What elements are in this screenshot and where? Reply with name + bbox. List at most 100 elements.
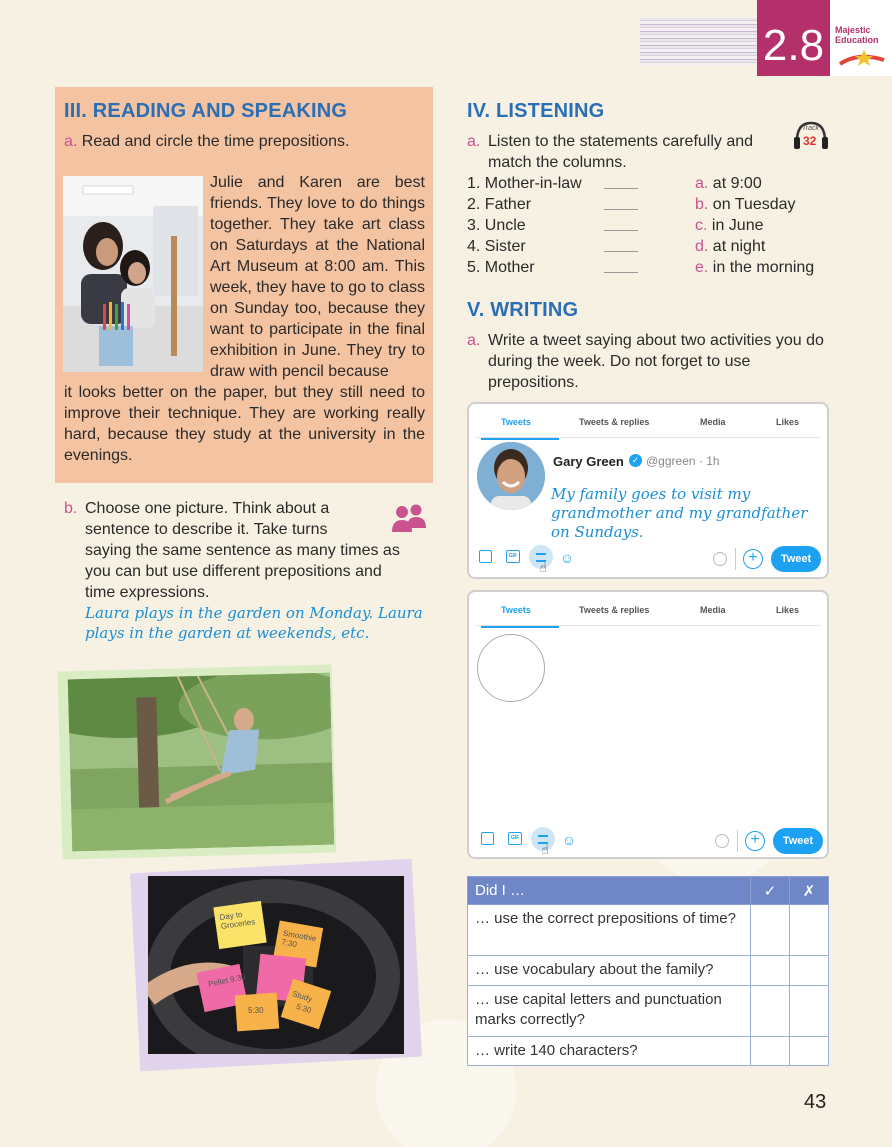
gif-icon[interactable]: GIF (506, 550, 520, 563)
tab-media[interactable]: Media (700, 605, 726, 615)
table-row: … use vocabulary about the family? (467, 955, 829, 986)
track-label: Track (802, 125, 819, 132)
toolbar-divider (737, 830, 738, 852)
page-number: 43 (804, 1091, 827, 1113)
tweet-card-blank: Tweets Tweets & replies Media Likes GIF … (467, 590, 829, 859)
decorative-stripes (640, 18, 760, 66)
tweet-text-handwritten: My family goes to visit my grandmother a… (551, 485, 808, 541)
avatar-placeholder (477, 634, 545, 702)
answer-blank-1[interactable] (604, 188, 638, 189)
checklist-item: … write 140 characters? (467, 1036, 751, 1066)
tab-likes[interactable]: Likes (776, 605, 799, 615)
speaking-task-line2: sentence to describe it. Take turns (85, 521, 328, 538)
character-count-ring (715, 834, 729, 848)
tweet-card-example: Tweets Tweets & replies Media Likes Gary… (467, 402, 829, 579)
task-letter: a. (64, 133, 78, 150)
image-icon[interactable] (481, 832, 494, 845)
answer-blank-5[interactable] (604, 272, 638, 273)
self-check-table: Did I … ✓ ✗ … use the correct prepositio… (467, 876, 829, 1066)
table-header-check: ✓ (750, 876, 790, 905)
table-row: … use capital letters and punctuation ma… (467, 985, 829, 1037)
speaking-task-b-letter: b. (64, 498, 77, 519)
answer-blank-4[interactable] (604, 251, 638, 252)
reading-paragraph-full: it looks better on the paper, but they s… (64, 384, 425, 464)
answer-blank-2[interactable] (604, 209, 638, 210)
tab-tweets-replies[interactable]: Tweets & replies (579, 605, 649, 615)
speaking-task-rest: saying the same sentence as many times a… (85, 542, 400, 601)
match-left-item: 4. Sister (467, 238, 526, 255)
hand-cursor-icon: ☝ (539, 560, 547, 575)
task-letter: b. (64, 500, 78, 517)
tab-likes[interactable]: Likes (776, 417, 799, 427)
sticky-note-4: 5:30 (248, 1006, 264, 1015)
tab-tweets[interactable]: Tweets (501, 605, 531, 615)
table-header-cross: ✗ (789, 876, 829, 905)
tab-media[interactable]: Media (700, 417, 726, 427)
check-cell[interactable] (750, 904, 790, 956)
checklist-item: … use the correct prepositions of time? (467, 904, 751, 956)
match-left-item: 5. Mother (467, 259, 535, 276)
speaking-task-b: Choose one picture. Think about a senten… (85, 498, 415, 603)
answer-blank-3[interactable] (604, 230, 638, 231)
avatar (477, 442, 545, 510)
table-row: … write 140 characters? (467, 1036, 829, 1066)
listening-task-a-letter: a. (467, 131, 480, 152)
toolbar-divider (735, 548, 736, 570)
reading-paragraph-side: Julie and Karen are best friends. They l… (210, 174, 425, 380)
cross-cell[interactable] (789, 904, 829, 956)
emoji-icon[interactable]: ☺ (561, 832, 577, 848)
match-right-item: e. in the morning (695, 259, 815, 276)
task-letter: a. (467, 332, 481, 349)
cross-cell[interactable] (789, 1036, 829, 1066)
tab-tweets-replies[interactable]: Tweets & replies (579, 417, 649, 427)
table-header-did-i: Did I … (467, 876, 751, 905)
reading-task-a: a. Read and circle the time prepositions… (64, 131, 350, 152)
tweet-button[interactable]: Tweet (771, 546, 821, 572)
tweet-tabs: Tweets Tweets & replies Media Likes (475, 596, 821, 628)
verified-badge-icon: ✓ (629, 454, 642, 467)
audio-track-icon[interactable]: Track 32 (792, 119, 830, 153)
writing-task-a-text: Write a tweet saying about two activitie… (488, 332, 824, 391)
checklist-item: … use vocabulary about the family? (467, 955, 751, 986)
match-left-item: 1. Mother-in-law (467, 175, 582, 192)
match-right-item: d. at night (695, 238, 766, 255)
match-right-item: a. at 9:00 (695, 175, 762, 192)
tab-tweets[interactable]: Tweets (501, 417, 531, 427)
unit-number-badge: 2.8 (757, 0, 830, 76)
tweet-tabs: Tweets Tweets & replies Media Likes (475, 408, 821, 440)
match-left-item: 3. Uncle (467, 217, 526, 234)
match-right-item: b. on Tuesday (695, 196, 796, 213)
pair-work-icon (392, 504, 426, 532)
speaking-example-handwritten: Laura plays in the garden on Monday. Lau… (85, 604, 423, 642)
checklist-item: … use capital letters and punctuation ma… (467, 985, 751, 1037)
tweet-user-name: Gary Green (553, 454, 624, 469)
add-tweet-icon[interactable]: + (745, 831, 765, 851)
match-left-item: 2. Father (467, 196, 532, 213)
active-tab-underline (481, 626, 559, 628)
check-cell[interactable] (750, 1036, 790, 1066)
table-header-row: Did I … ✓ ✗ (467, 876, 829, 905)
tweet-handle-time: @ggreen · 1h (646, 454, 720, 468)
check-cell[interactable] (750, 955, 790, 986)
track-number: 32 (803, 134, 817, 148)
task-letter: a. (467, 133, 481, 150)
sticky-notes-photo: Day to Groceries Pellet 9:30 Smoothie 7:… (148, 876, 404, 1054)
students-photo (63, 176, 203, 372)
match-right-column: a. at 9:00 b. on Tuesday c. in June d. a… (695, 173, 829, 278)
match-right-item: c. in June (695, 217, 764, 234)
cross-cell[interactable] (789, 985, 829, 1037)
image-icon[interactable] (479, 550, 492, 563)
tweet-writing-area[interactable] (551, 642, 821, 822)
listening-task-a-text: Listen to the statements carefully and m… (488, 133, 754, 171)
publisher-logo-text: Majestic Education (835, 25, 879, 45)
table-row: … use the correct prepositions of time? (467, 904, 829, 956)
cross-cell[interactable] (789, 955, 829, 986)
speaking-task-line1: Choose one picture. Think about a (85, 500, 330, 517)
gif-icon[interactable]: GIF (508, 832, 522, 845)
check-cell[interactable] (750, 985, 790, 1037)
writing-task-a-letter: a. (467, 330, 480, 351)
tweet-button[interactable]: Tweet (773, 828, 823, 854)
emoji-icon[interactable]: ☺ (559, 550, 575, 566)
add-tweet-icon[interactable]: + (743, 549, 763, 569)
logo-swoosh-icon (838, 50, 885, 66)
